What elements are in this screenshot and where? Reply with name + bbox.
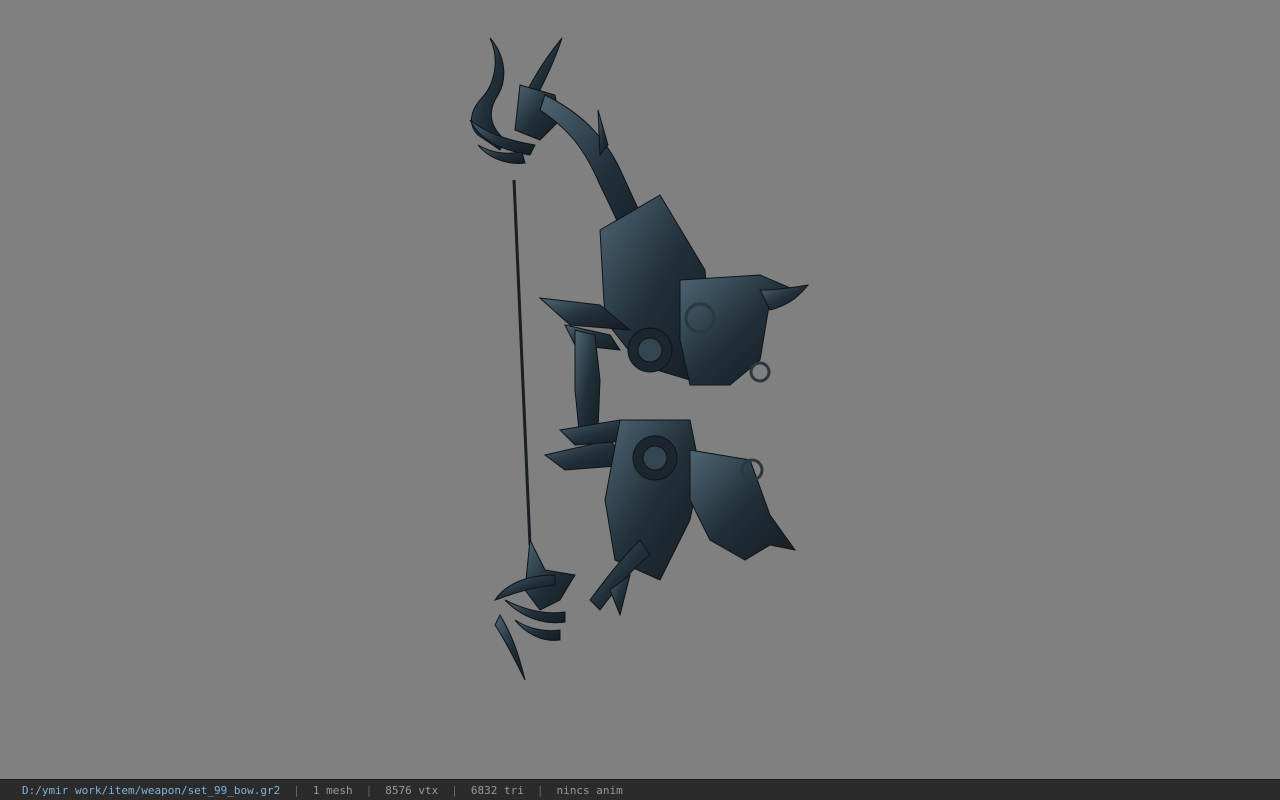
- mesh-count: 1 mesh: [312, 783, 353, 797]
- status-bar: D:/ymir work/item/weapon/set_99_bow.gr2 …: [0, 779, 1280, 800]
- 3d-viewport[interactable]: [0, 0, 1280, 779]
- animation-status: nincs anim: [556, 783, 623, 797]
- lower-limb: [543, 419, 797, 617]
- status-separator: |: [365, 783, 373, 797]
- status-separator: |: [536, 783, 544, 797]
- status-separator: |: [451, 783, 458, 797]
- status-separator: |: [293, 783, 300, 797]
- triangle-count: 6832 tri: [470, 783, 524, 797]
- bow-string: [512, 179, 532, 546]
- bow-model: [469, 37, 810, 681]
- vertex-count: 8576 vtx: [385, 783, 439, 797]
- file-path: D:/ymir work/item/weapon/set_99_bow.gr2: [22, 783, 281, 797]
- lower-tip: [493, 538, 576, 681]
